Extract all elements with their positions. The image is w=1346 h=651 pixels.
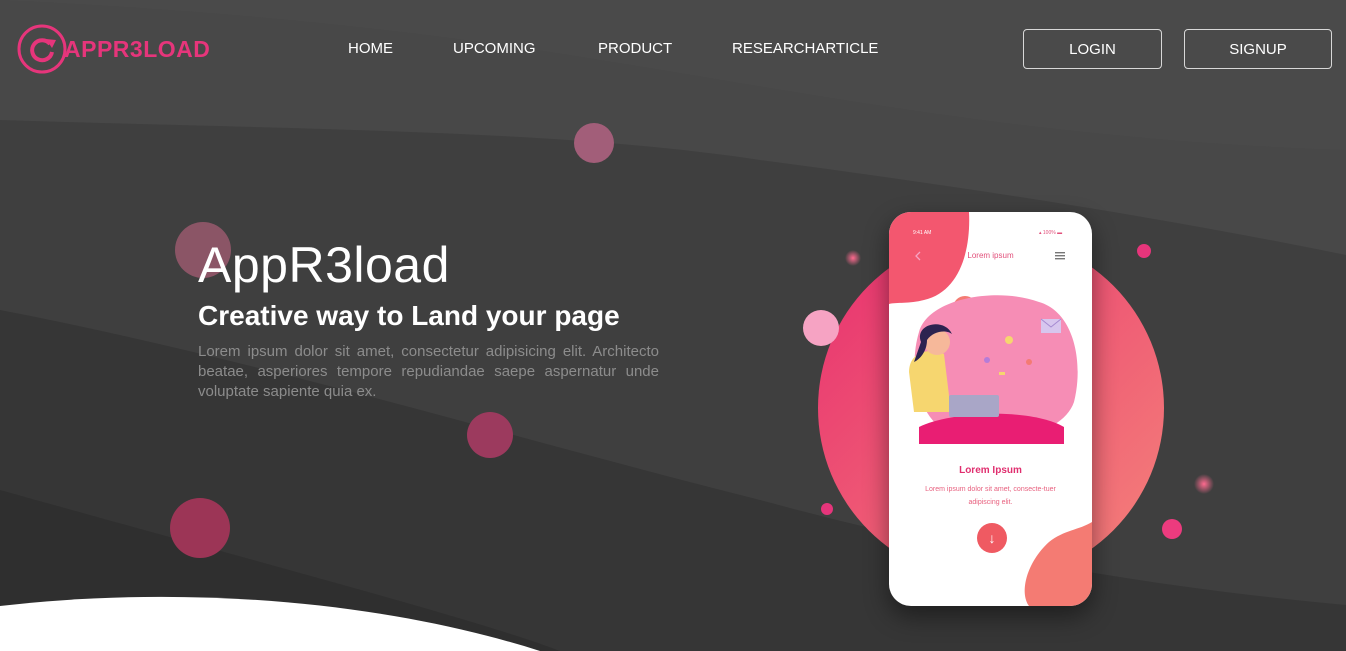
phone-card-text: Lorem ipsum dolor sit amet, consecte-tue… bbox=[925, 486, 1056, 506]
phone-corner-shape bbox=[1024, 522, 1092, 606]
phone-status-battery: ▴ 100% ▬ bbox=[1039, 230, 1063, 236]
hamburger-menu-icon[interactable] bbox=[1055, 252, 1065, 260]
phone-status-time: 9:41 AM bbox=[913, 230, 932, 236]
phone-card-title: Lorem Ipsum bbox=[959, 465, 1022, 476]
bubble-decoration bbox=[1162, 519, 1182, 539]
bubble-decoration bbox=[821, 503, 833, 515]
arrow-down-icon[interactable]: ↓ bbox=[977, 523, 1007, 553]
illustration-laptop bbox=[949, 395, 999, 417]
glow-decoration bbox=[1194, 474, 1214, 494]
phone-illustration-backdrop bbox=[803, 235, 1214, 581]
bubble-decoration bbox=[1137, 244, 1151, 258]
phone-mockup: 9:41 AM ▴ 100% ▬ Lorem ipsum Lorem Ipsum… bbox=[889, 212, 1092, 606]
glow-decoration bbox=[845, 250, 861, 266]
landing-page: APPR3LOAD HOME UPCOMING PRODUCT RESEARCH… bbox=[0, 0, 1346, 651]
bubble-decoration bbox=[803, 310, 839, 346]
